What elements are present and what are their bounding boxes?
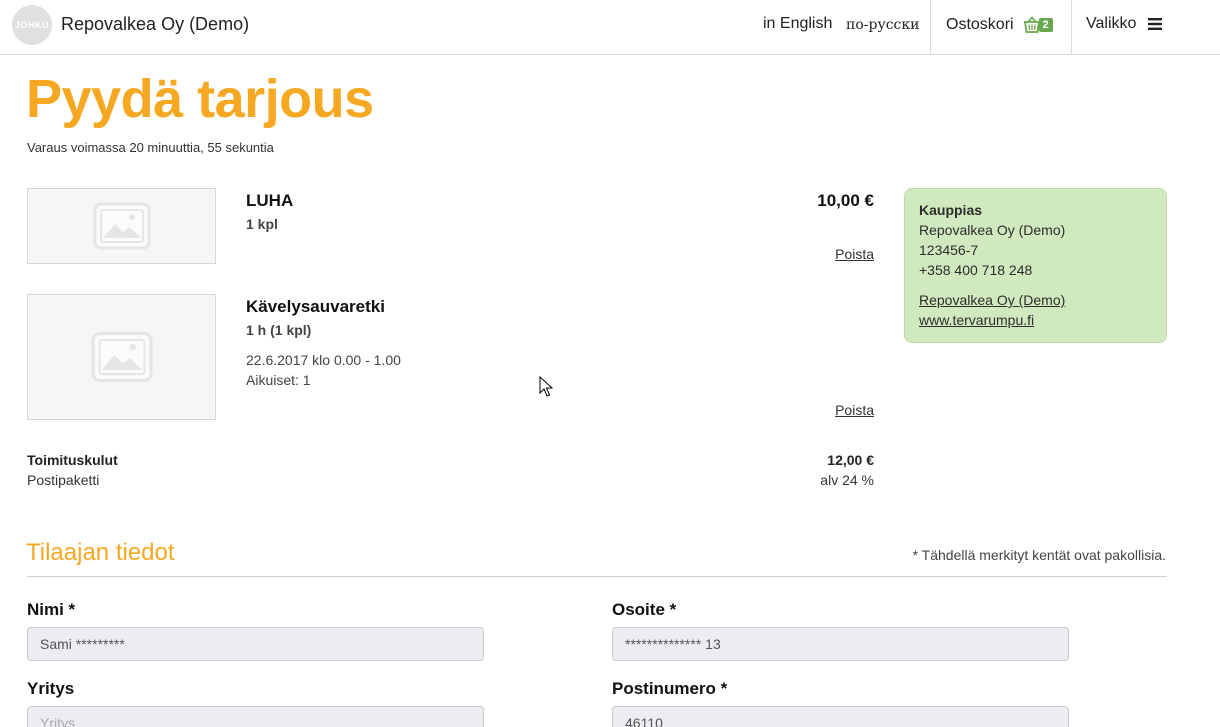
page-title: Pyydä tarjous	[26, 69, 374, 129]
shipping-label: Toimituskulut	[27, 452, 118, 468]
item-quantity: 1 h (1 kpl)	[246, 322, 312, 338]
product-image[interactable]	[27, 294, 216, 420]
name-label: Nimi *	[27, 600, 76, 619]
site-logo[interactable]: JOHKU	[12, 5, 52, 45]
shipping-method: Postipaketti	[27, 472, 100, 488]
cart-count-badge: 2	[1038, 18, 1053, 32]
merchant-business-id: 123456-7	[919, 242, 979, 258]
header-divider	[1071, 0, 1072, 54]
merchant-info-box: Kauppias Repovalkea Oy (Demo) 123456-7 +…	[904, 188, 1167, 343]
header-divider	[930, 0, 931, 54]
merchant-title: Kauppias	[919, 202, 983, 218]
language-russian-link[interactable]: по-русски	[846, 17, 919, 33]
postcode-label: Postinumero *	[612, 679, 728, 698]
logo-text: JOHKU	[14, 20, 49, 30]
merchant-phone: +358 400 718 248	[919, 262, 1033, 278]
hamburger-menu-icon	[1148, 18, 1163, 30]
menu-button[interactable]: Valikko	[1086, 15, 1163, 33]
item-quantity: 1 kpl	[246, 216, 278, 232]
menu-label: Valikko	[1086, 15, 1137, 32]
item-name: Kävelysauvaretki	[246, 297, 385, 316]
item-guests: Aikuiset: 1	[246, 372, 311, 388]
address-field[interactable]	[612, 627, 1069, 661]
merchant-website-link[interactable]: www.tervarumpu.fi	[919, 310, 1152, 330]
cart-basket-icon: 2	[1023, 15, 1053, 35]
company-field[interactable]	[27, 706, 484, 727]
product-image[interactable]	[27, 188, 216, 264]
postcode-field[interactable]	[612, 706, 1069, 727]
site-name[interactable]: Repovalkea Oy (Demo)	[61, 14, 249, 35]
image-placeholder-icon	[93, 202, 150, 250]
remove-item-button[interactable]: Poista	[835, 246, 874, 262]
language-english-link[interactable]: in English	[763, 15, 832, 33]
merchant-name: Repovalkea Oy (Demo)	[919, 222, 1066, 238]
name-field[interactable]	[27, 627, 484, 661]
cart-label: Ostoskori	[946, 16, 1014, 33]
image-placeholder-icon	[91, 331, 152, 383]
section-divider	[27, 576, 1167, 577]
company-label: Yritys	[27, 679, 75, 698]
mouse-pointer-icon	[539, 376, 553, 397]
top-header: JOHKU Repovalkea Oy (Demo) in English по…	[0, 0, 1220, 55]
item-price: 10,00 €	[817, 191, 874, 210]
address-label: Osoite *	[612, 600, 677, 619]
item-date: 22.6.2017 klo 0.00 - 1.00	[246, 352, 401, 368]
merchant-page-link[interactable]: Repovalkea Oy (Demo)	[919, 290, 1152, 310]
reservation-timer: Varaus voimassa 20 minuuttia, 55 sekunti…	[27, 140, 274, 155]
shipping-price: 12,00 €	[827, 452, 874, 468]
shipping-vat: alv 24 %	[820, 472, 874, 488]
item-name: LUHA	[246, 191, 294, 210]
section-title: Tilaajan tiedot	[26, 539, 175, 566]
cart-button[interactable]: Ostoskori 2	[946, 15, 1053, 35]
required-fields-note: * Tähdellä merkityt kentät ovat pakollis…	[912, 547, 1166, 563]
remove-item-button[interactable]: Poista	[835, 402, 874, 418]
